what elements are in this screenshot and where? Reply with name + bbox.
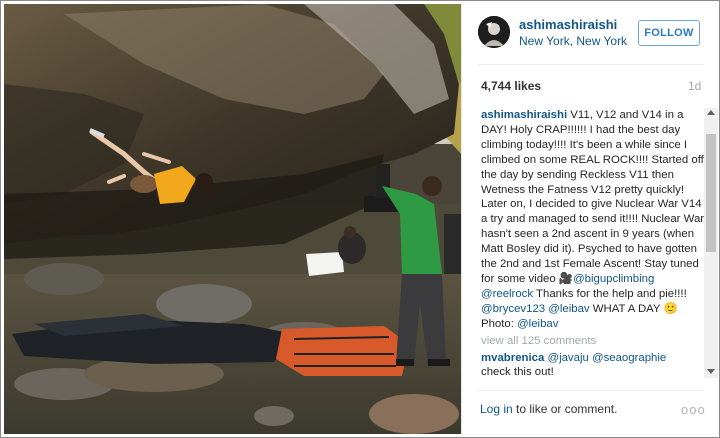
mention-javaju[interactable]: @javaju bbox=[548, 352, 589, 364]
comment-author-link[interactable]: mvabrenica bbox=[481, 352, 544, 364]
post-sidebar: ashimashiraishi New York, New York FOLLO… bbox=[461, 4, 719, 434]
caption-author-link[interactable]: ashimashiraishi bbox=[481, 109, 567, 121]
post-photo[interactable] bbox=[4, 4, 461, 434]
comments-scrollbar[interactable] bbox=[704, 108, 718, 378]
header-divider bbox=[478, 64, 704, 65]
caption-text-4: Photo: bbox=[481, 317, 518, 330]
avatar-image-icon bbox=[478, 16, 510, 48]
username-link[interactable]: ashimashiraishi bbox=[519, 17, 617, 32]
mention-seaographie[interactable]: @seaographie bbox=[592, 352, 666, 364]
caption-text-3: WHAT A DAY bbox=[589, 302, 664, 315]
post-age[interactable]: 1d bbox=[688, 79, 701, 93]
climbing-photo bbox=[4, 4, 461, 434]
scrollbar-thumb[interactable] bbox=[706, 134, 716, 252]
mention-brycev123[interactable]: @brycev123 bbox=[481, 303, 545, 315]
comment-text: check this out! bbox=[481, 366, 554, 379]
mention-leibav-photo[interactable]: @leibav bbox=[517, 318, 558, 330]
likes-count[interactable]: 4,744 likes bbox=[481, 79, 541, 93]
more-dots-icon[interactable]: ooo bbox=[681, 403, 706, 416]
mention-leibav[interactable]: @leibav bbox=[548, 303, 589, 315]
smiley-icon: 🙂 bbox=[663, 302, 678, 315]
login-prompt: Log in to like or comment. bbox=[480, 402, 617, 416]
footer-divider bbox=[478, 390, 704, 391]
follow-button[interactable]: FOLLOW bbox=[638, 20, 700, 46]
mention-bigupclimbing[interactable]: @bigupclimbing bbox=[573, 273, 654, 285]
location-link[interactable]: New York, New York bbox=[519, 34, 627, 48]
mention-reelrock[interactable]: @reelrock bbox=[481, 288, 533, 300]
view-all-comments-link[interactable]: view all 125 comments bbox=[481, 334, 706, 349]
login-prompt-text: to like or comment. bbox=[512, 402, 618, 416]
user-avatar[interactable] bbox=[478, 16, 510, 48]
login-link[interactable]: Log in bbox=[480, 402, 513, 416]
scroll-down-arrow-icon[interactable] bbox=[707, 369, 715, 374]
caption: ashimashiraishi V11, V12 and V14 in a DA… bbox=[481, 108, 706, 332]
caption-text-2: Thanks for the help and pie!!!! bbox=[533, 287, 687, 300]
video-camera-icon: 🎥 bbox=[558, 272, 574, 285]
caption-text: V11, V12 and V14 in a DAY! Holy CRAP!!!!… bbox=[481, 109, 705, 285]
scroll-up-arrow-icon[interactable] bbox=[707, 110, 715, 115]
comments-list[interactable]: ashimashiraishi V11, V12 and V14 in a DA… bbox=[481, 108, 706, 383]
comment-item: mvabrenica @javaju @seaographie check thi… bbox=[481, 351, 706, 381]
